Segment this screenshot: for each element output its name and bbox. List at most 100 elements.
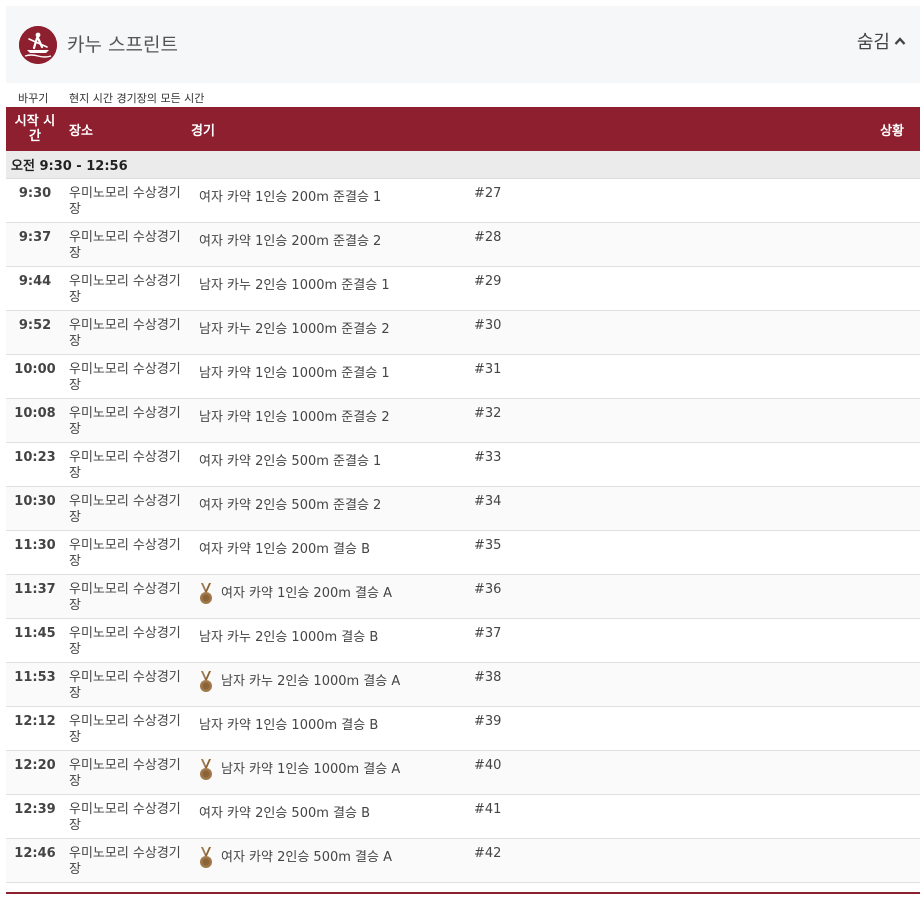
row-venue: 우미노모리 수상경기장: [64, 530, 186, 575]
row-event-label[interactable]: 여자 카약 1인승 200m 결승 B: [199, 538, 370, 557]
row-venue: 우미노모리 수상경기장: [64, 178, 186, 223]
row-event-label[interactable]: 여자 카약 2인승 500m 결승 A: [221, 846, 392, 865]
row-status: [773, 398, 920, 443]
row-status: [773, 530, 920, 575]
row-event-label[interactable]: 여자 카약 1인승 200m 준결승 1: [199, 186, 381, 205]
row-event-label[interactable]: 남자 카약 1인승 1000m 준결승 1: [199, 362, 390, 381]
table-row[interactable]: 12:20 우미노모리 수상경기장 남자 카약 1인승 1000m 결승 A #40: [6, 750, 920, 795]
row-venue: 우미노모리 수상경기장: [64, 442, 186, 487]
row-event-number: #28: [473, 222, 773, 267]
session-label: 오전 9:30 - 12:56: [6, 151, 920, 179]
row-event: 여자 카약 1인승 200m 결승 A: [186, 574, 473, 619]
session-row: 오전 9:30 - 12:56: [6, 151, 920, 179]
row-event: 남자 카약 1인승 1000m 결승 A: [186, 750, 473, 795]
row-venue: 우미노모리 수상경기장: [64, 354, 186, 399]
row-start-time: 11:30: [6, 530, 64, 575]
row-status: [773, 310, 920, 355]
row-venue: 우미노모리 수상경기장: [64, 618, 186, 663]
table-row[interactable]: 10:08 우미노모리 수상경기장 남자 카약 1인승 1000m 준결승 2 #32: [6, 398, 920, 443]
row-event: 여자 카약 2인승 500m 결승 B: [186, 794, 473, 839]
row-event-label[interactable]: 여자 카약 2인승 500m 준결승 1: [199, 450, 381, 469]
timezone-switch-link[interactable]: 바꾸기: [18, 90, 48, 106]
row-start-time: 11:37: [6, 574, 64, 619]
table-row[interactable]: 12:12 우미노모리 수상경기장 남자 카약 1인승 1000m 결승 B #39: [6, 706, 920, 751]
row-venue: 우미노모리 수상경기장: [64, 794, 186, 839]
row-venue: 우미노모리 수상경기장: [64, 266, 186, 311]
row-status: [773, 178, 920, 223]
table-row[interactable]: 11:53 우미노모리 수상경기장 남자 카누 2인승 1000m 결승 A #38: [6, 662, 920, 707]
row-event-number: #29: [473, 266, 773, 311]
table-row[interactable]: 9:30 우미노모리 수상경기장 여자 카약 1인승 200m 준결승 1 #27: [6, 178, 920, 223]
hide-toggle-button[interactable]: 숨김: [857, 28, 906, 54]
row-start-time: 9:37: [6, 222, 64, 267]
row-event: 여자 카약 1인승 200m 준결승 1: [186, 178, 473, 223]
row-status: [773, 662, 920, 707]
row-event: 남자 카누 2인승 1000m 결승 B: [186, 618, 473, 663]
column-header-status: 상황: [880, 123, 904, 139]
sport-title: 카누 스프린트: [67, 34, 178, 56]
row-status: [773, 442, 920, 487]
row-status: [773, 706, 920, 751]
row-venue: 우미노모리 수상경기장: [64, 838, 186, 883]
row-start-time: 12:20: [6, 750, 64, 795]
row-status: [773, 222, 920, 267]
row-start-time: 10:08: [6, 398, 64, 443]
row-event-label[interactable]: 남자 카약 1인승 1000m 결승 B: [199, 714, 378, 733]
table-row[interactable]: 11:45 우미노모리 수상경기장 남자 카누 2인승 1000m 결승 B #37: [6, 618, 920, 663]
row-status: [773, 486, 920, 531]
table-row[interactable]: 9:52 우미노모리 수상경기장 남자 카누 2인승 1000m 준결승 2 #30: [6, 310, 920, 355]
row-event-label[interactable]: 여자 카약 2인승 500m 결승 B: [199, 802, 370, 821]
row-start-time: 11:45: [6, 618, 64, 663]
row-event-label[interactable]: 남자 카약 1인승 1000m 준결승 2: [199, 406, 390, 425]
column-header-event: 경기: [191, 123, 215, 139]
table-bottom-border: [6, 892, 920, 894]
column-header-spacer: [473, 107, 773, 151]
row-venue: 우미노모리 수상경기장: [64, 486, 186, 531]
canoe-sprint-pictogram-icon: [19, 26, 57, 64]
table-row[interactable]: 10:23 우미노모리 수상경기장 여자 카약 2인승 500m 준결승 1 #33: [6, 442, 920, 487]
row-event-label[interactable]: 여자 카약 2인승 500m 준결승 2: [199, 494, 381, 513]
row-start-time: 12:12: [6, 706, 64, 751]
table-row[interactable]: 11:37 우미노모리 수상경기장 여자 카약 1인승 200m 결승 A #36: [6, 574, 920, 619]
row-event-label[interactable]: 남자 카약 1인승 1000m 결승 A: [221, 758, 400, 777]
hide-toggle-label: 숨김: [856, 32, 890, 53]
row-event-label[interactable]: 여자 카약 1인승 200m 준결승 2: [199, 230, 381, 249]
row-event: 남자 카약 1인승 1000m 준결승 1: [186, 354, 473, 399]
row-status: [773, 354, 920, 399]
table-row[interactable]: 9:37 우미노모리 수상경기장 여자 카약 1인승 200m 준결승 2 #28: [6, 222, 920, 267]
table-row[interactable]: 11:30 우미노모리 수상경기장 여자 카약 1인승 200m 결승 B #35: [6, 530, 920, 575]
row-venue: 우미노모리 수상경기장: [64, 398, 186, 443]
row-event-number: #34: [473, 486, 773, 531]
row-venue: 우미노모리 수상경기장: [64, 706, 186, 751]
column-header-venue: 장소: [69, 123, 93, 139]
row-event-number: #41: [473, 794, 773, 839]
row-venue: 우미노모리 수상경기장: [64, 662, 186, 707]
row-event-number: #39: [473, 706, 773, 751]
row-start-time: 10:30: [6, 486, 64, 531]
row-event-number: #36: [473, 574, 773, 619]
row-event-number: #40: [473, 750, 773, 795]
row-event-number: #42: [473, 838, 773, 883]
row-event: 남자 카누 2인승 1000m 준결승 2: [186, 310, 473, 355]
row-event-number: #32: [473, 398, 773, 443]
medal-icon: [200, 759, 212, 780]
row-status: [773, 750, 920, 795]
row-event: 남자 카누 2인승 1000m 준결승 1: [186, 266, 473, 311]
row-event-label[interactable]: 여자 카약 1인승 200m 결승 A: [221, 582, 392, 601]
table-row[interactable]: 12:46 우미노모리 수상경기장 여자 카약 2인승 500m 결승 A #42: [6, 838, 920, 883]
row-event-label[interactable]: 남자 카누 2인승 1000m 결승 B: [199, 626, 378, 645]
row-event-label[interactable]: 남자 카누 2인승 1000m 준결승 2: [199, 318, 390, 337]
table-row[interactable]: 12:39 우미노모리 수상경기장 여자 카약 2인승 500m 결승 B #41: [6, 794, 920, 839]
table-row[interactable]: 10:00 우미노모리 수상경기장 남자 카약 1인승 1000m 준결승 1 #31: [6, 354, 920, 399]
row-event: 여자 카약 2인승 500m 결승 A: [186, 838, 473, 883]
row-event-number: #38: [473, 662, 773, 707]
row-start-time: 10:23: [6, 442, 64, 487]
row-start-time: 10:00: [6, 354, 64, 399]
medal-icon: [200, 847, 212, 868]
row-venue: 우미노모리 수상경기장: [64, 574, 186, 619]
row-event-label[interactable]: 남자 카누 2인승 1000m 준결승 1: [199, 274, 390, 293]
table-row[interactable]: 9:44 우미노모리 수상경기장 남자 카누 2인승 1000m 준결승 1 #29: [6, 266, 920, 311]
table-row[interactable]: 10:30 우미노모리 수상경기장 여자 카약 2인승 500m 준결승 2 #34: [6, 486, 920, 531]
row-event-label[interactable]: 남자 카누 2인승 1000m 결승 A: [221, 670, 400, 689]
row-start-time: 9:30: [6, 178, 64, 223]
